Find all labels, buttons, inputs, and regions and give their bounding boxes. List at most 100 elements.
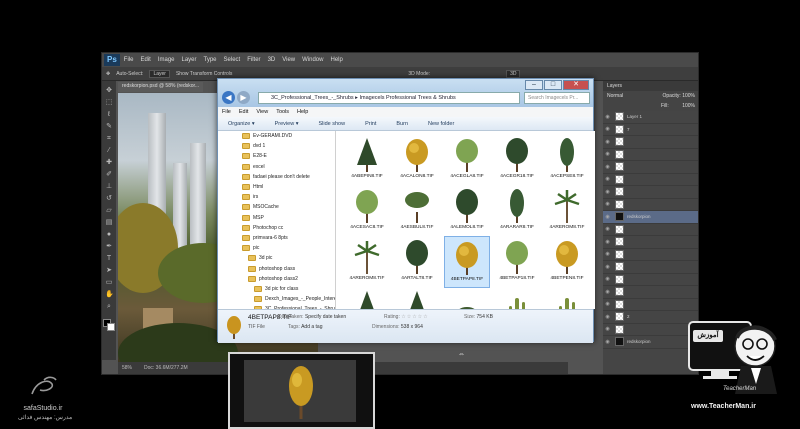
folder-tree-item[interactable]: dvd 1 — [218, 141, 335, 151]
workspace-dropdown[interactable]: 3D — [506, 69, 521, 78]
hand-icon[interactable]: ✋ — [105, 291, 114, 299]
file-thumbnail-item[interactable] — [544, 287, 590, 309]
visibility-eye-icon[interactable]: ◉ — [603, 226, 612, 232]
layer-row[interactable]: ◉ — [603, 324, 698, 336]
visibility-eye-icon[interactable]: ◉ — [603, 126, 612, 132]
back-arrow-icon[interactable]: ◀ — [222, 91, 235, 104]
ps-menu-layer[interactable]: Layer — [182, 57, 197, 63]
path-select-icon[interactable]: ➤ — [105, 267, 113, 275]
layer-row[interactable]: ◉ — [603, 149, 698, 161]
print-button[interactable]: Print — [365, 121, 376, 127]
folder-tree-item[interactable]: MSP — [218, 213, 335, 223]
visibility-eye-icon[interactable]: ◉ — [603, 164, 612, 170]
menu-view[interactable]: View — [256, 109, 268, 115]
folder-tree-item[interactable]: Dexch_Images_-_People_Intere — [218, 294, 335, 304]
file-thumbnail-item[interactable]: 4ALEMOL8.TIF — [444, 185, 490, 237]
date-taken-value[interactable]: Specify date taken — [305, 314, 346, 320]
folder-tree-item[interactable]: excel — [218, 162, 335, 172]
background-color[interactable] — [107, 323, 115, 331]
visibility-eye-icon[interactable]: ◉ — [603, 289, 612, 295]
layer-row[interactable]: ◉ — [603, 274, 698, 286]
ps-menu-image[interactable]: Image — [158, 57, 175, 63]
layer-row[interactable]: ◉ — [603, 286, 698, 299]
folder-tree-item[interactable]: 3d pic — [218, 253, 335, 263]
layer-row[interactable]: ◉ — [603, 236, 698, 249]
opacity-value[interactable]: 100% — [682, 93, 695, 99]
visibility-eye-icon[interactable]: ◉ — [603, 114, 612, 120]
healing-icon[interactable]: ✚ — [105, 159, 113, 167]
eraser-icon[interactable]: ▱ — [105, 207, 113, 215]
folder-tree-item[interactable]: E28-E — [218, 151, 335, 161]
file-thumbnail-item[interactable]: 4AESBUL8.TIF — [394, 185, 440, 237]
file-thumbnail-item[interactable]: 4BETPAP8.TIF — [444, 236, 490, 288]
zoom-icon[interactable]: ⌕ — [105, 303, 113, 311]
layer-row[interactable]: ◉ — [603, 261, 698, 274]
gradient-icon[interactable]: ▤ — [105, 219, 113, 227]
layer-row[interactable]: ◉ redskorpion — [603, 336, 698, 349]
file-thumbnail-item[interactable] — [444, 287, 490, 309]
taskbar-preview-thumbnail[interactable] — [228, 352, 375, 429]
visibility-eye-icon[interactable]: ◉ — [603, 139, 612, 145]
folder-tree-item[interactable]: 3d pic for class — [218, 284, 335, 294]
file-thumbnail-item[interactable]: 4BETPEN8.TIF — [544, 236, 590, 288]
folder-tree-item[interactable]: photoshop class2 — [218, 274, 335, 284]
ps-menu-type[interactable]: Type — [204, 57, 217, 63]
visibility-eye-icon[interactable]: ◉ — [603, 176, 612, 182]
file-thumbnail-item[interactable]: 4AREROM8.TIF — [544, 185, 590, 237]
zoom-level[interactable]: 58% — [122, 365, 132, 371]
file-thumbnail-item[interactable]: 4ARTALT8.TIF — [394, 236, 440, 288]
eyedropper-icon[interactable]: ⁄ — [105, 147, 113, 155]
file-thumbnail-item[interactable] — [494, 287, 540, 309]
layer-row[interactable]: ◉ — [603, 161, 698, 174]
ps-menu-view[interactable]: View — [282, 57, 295, 63]
file-thumbnail-item[interactable]: 4ABEPIN8.TIF — [344, 134, 390, 186]
layer-row[interactable]: ◉ — [603, 186, 698, 199]
organize-button[interactable]: Organize ▾ — [228, 121, 255, 127]
blend-mode[interactable]: Normal — [607, 93, 623, 99]
crop-icon[interactable]: ⌗ — [105, 135, 113, 143]
ps-menu-edit[interactable]: Edit — [140, 57, 150, 63]
folder-tree-item[interactable]: Ev-GERAMI.DVD — [218, 131, 335, 141]
file-thumbnail-item[interactable]: 4ACESAC8.TIF — [344, 185, 390, 237]
stamp-icon[interactable]: ⊥ — [105, 183, 113, 191]
file-thumbnail-item[interactable]: 4ACEPSE8.TIF — [544, 134, 590, 186]
history-brush-icon[interactable]: ↺ — [105, 195, 113, 203]
folder-tree-item[interactable]: MSOCache — [218, 202, 335, 212]
folder-tree-item[interactable]: Html — [218, 182, 335, 192]
visibility-eye-icon[interactable]: ◉ — [603, 301, 612, 307]
menu-edit[interactable]: Edit — [239, 109, 248, 115]
show-transform-controls[interactable]: Show Transform Controls — [176, 71, 232, 77]
ps-menu-filter[interactable]: Filter — [247, 57, 260, 63]
marquee-icon[interactable]: ⬚ — [105, 99, 113, 107]
document-tab[interactable]: redskorpion.psd @ 58% (redskor... — [118, 82, 204, 92]
fill-value[interactable]: 100% — [682, 103, 695, 109]
dodge-icon[interactable]: ● — [105, 231, 113, 239]
visibility-eye-icon[interactable]: ◉ — [603, 264, 612, 270]
file-thumbnail-item[interactable] — [344, 287, 390, 309]
layer-row[interactable]: ◉ — [603, 249, 698, 261]
folder-tree-item[interactable]: photoshop class — [218, 263, 335, 273]
visibility-eye-icon[interactable]: ◉ — [603, 151, 612, 157]
rating-stars[interactable]: ☆☆☆☆☆ — [401, 314, 428, 320]
file-thumbnail-item[interactable]: 4ARARAR8.TIF — [494, 185, 540, 237]
menu-help[interactable]: Help — [297, 109, 308, 115]
layer-row[interactable]: ◉ redskorpion — [603, 211, 698, 224]
layer-row[interactable]: ◉ — [603, 174, 698, 186]
visibility-eye-icon[interactable]: ◉ — [603, 214, 612, 220]
close-button[interactable]: ✕ — [563, 80, 589, 90]
forward-arrow-icon[interactable]: ▶ — [237, 91, 250, 104]
visibility-eye-icon[interactable]: ◉ — [603, 314, 612, 320]
layer-row[interactable]: ◉ 7 — [603, 124, 698, 136]
layers-tab[interactable]: Layers — [607, 83, 622, 89]
auto-select-dropdown[interactable]: Layer — [149, 69, 170, 78]
slide-show-button[interactable]: Slide show — [318, 121, 345, 127]
layer-row[interactable]: ◉ 2 — [603, 311, 698, 324]
ps-menu-help[interactable]: Help — [330, 57, 342, 63]
brush-icon[interactable]: ✐ — [105, 171, 113, 179]
folder-tree-item[interactable]: Photochop cc — [218, 223, 335, 233]
file-thumbnail-item[interactable]: 4AREROM8.TIF — [344, 236, 390, 288]
visibility-eye-icon[interactable]: ◉ — [603, 276, 612, 282]
file-thumbnail-item[interactable] — [394, 287, 440, 309]
layer-row[interactable]: ◉ — [603, 199, 698, 211]
layer-row[interactable]: ◉ Layer 1 — [603, 111, 698, 124]
